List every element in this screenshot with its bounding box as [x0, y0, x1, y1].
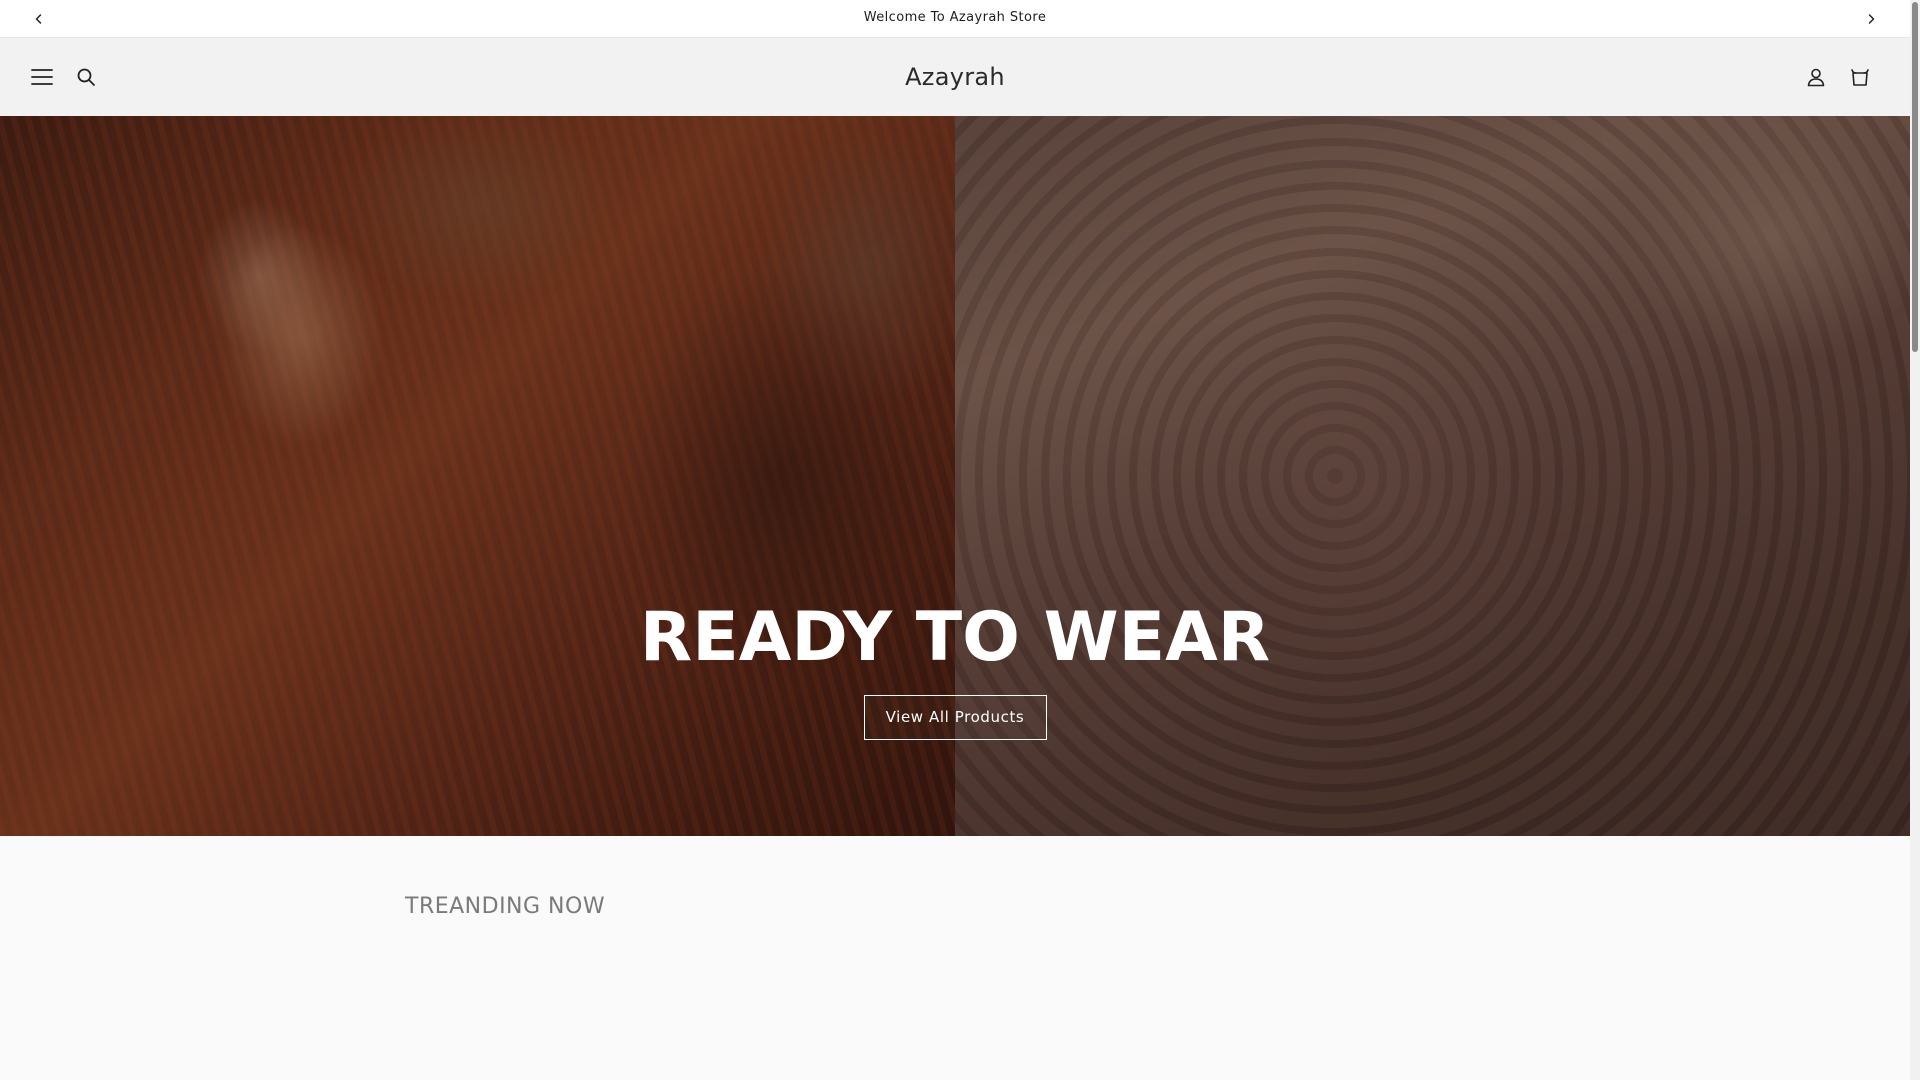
- storefront-page: Welcome To Azayrah Store Azayrah READY T…: [0, 0, 1910, 1080]
- menu-button[interactable]: [28, 63, 56, 91]
- hero-title: READY TO WEAR: [639, 598, 1271, 677]
- search-icon: [77, 68, 95, 86]
- account-button[interactable]: [1802, 63, 1830, 91]
- page-scrollbar[interactable]: [1910, 0, 1920, 1080]
- announcement-next-button[interactable]: [1859, 7, 1883, 31]
- chevron-right-icon: [1868, 14, 1875, 24]
- cart-icon: [1851, 69, 1869, 86]
- trending-section: TREANDING NOW: [0, 836, 1910, 1080]
- search-button[interactable]: [72, 63, 100, 91]
- scrollbar-thumb[interactable]: [1912, 2, 1918, 352]
- brand-logo-link[interactable]: Azayrah: [905, 63, 1005, 91]
- announcement-bar: Welcome To Azayrah Store: [0, 0, 1910, 38]
- brand-container: Azayrah: [0, 38, 1910, 116]
- hero-banner: READY TO WEAR View All Products: [0, 116, 1910, 836]
- site-header: Azayrah: [0, 38, 1910, 116]
- user-icon: [1807, 68, 1825, 87]
- trending-title: TREANDING NOW: [405, 894, 606, 919]
- announcement-message: Welcome To Azayrah Store: [863, 10, 1047, 25]
- hero-content: READY TO WEAR View All Products: [0, 596, 1910, 740]
- view-all-products-button[interactable]: View All Products: [863, 695, 1047, 740]
- cart-button[interactable]: [1846, 63, 1874, 91]
- menu-icon: [31, 69, 53, 85]
